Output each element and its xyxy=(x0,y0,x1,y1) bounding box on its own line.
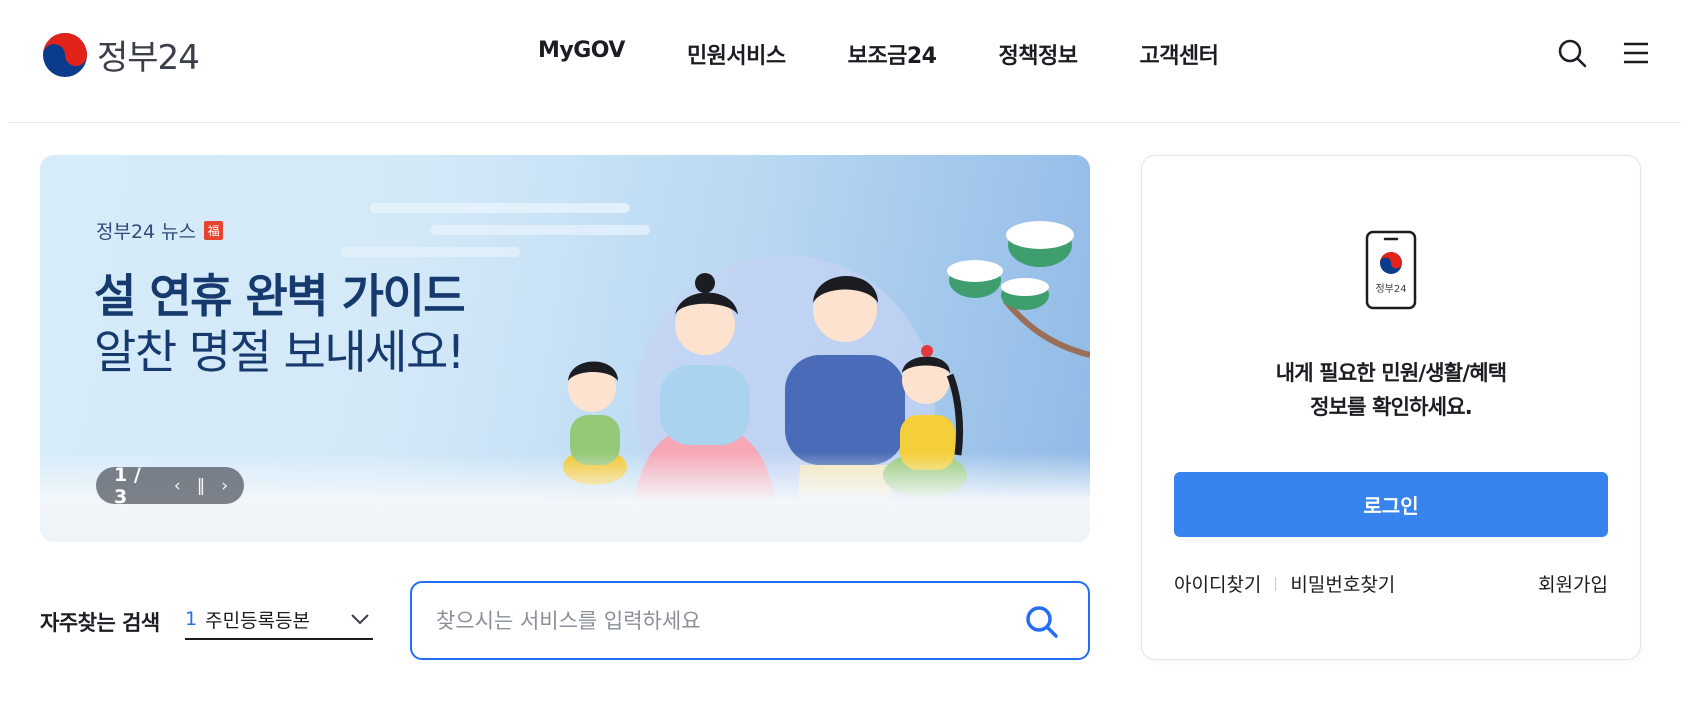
login-card: 정부24 내게 필요한 민원/생활/혜택 정보를 확인하세요. 로그인 아이디찾… xyxy=(1141,155,1641,660)
frequent-search-value: 주민등록등본 xyxy=(205,609,310,632)
link-divider xyxy=(1275,576,1277,591)
login-message-line1: 내게 필요한 민원/생활/혜택 xyxy=(1275,361,1507,385)
news-banner[interactable]: 정부24 뉴스 福 설 연휴 완벽 가이드 알찬 명절 보내세요! 1 / 3 … xyxy=(40,155,1090,542)
pause-icon[interactable]: ‖ xyxy=(197,476,206,496)
header-actions xyxy=(1557,38,1651,68)
main-nav: MyGOV 민원서비스 보조금24 정책정보 고객센터 xyxy=(538,38,1280,70)
signup-link[interactable]: 회원가입 xyxy=(1538,570,1608,597)
chevron-left-icon[interactable]: ‹ xyxy=(174,476,181,496)
phone-logo-text: 정부24 xyxy=(1375,283,1406,295)
account-links: 아이디찾기 비밀번호찾기 회원가입 xyxy=(1174,570,1608,597)
search-input[interactable] xyxy=(436,603,996,639)
nav-mygov[interactable]: MyGOV xyxy=(538,38,625,70)
find-password-link[interactable]: 비밀번호찾기 xyxy=(1290,570,1395,597)
banner-title-line2: 알찬 명절 보내세요! xyxy=(94,325,465,379)
login-button[interactable]: 로그인 xyxy=(1174,472,1608,537)
banner-pager: 1 / 3 ‹ ‖ › xyxy=(96,464,244,508)
banner-kicker-text: 정부24 뉴스 xyxy=(96,221,197,243)
banner-page-indicator: 1 / 3 xyxy=(114,463,141,508)
banner-kicker: 정부24 뉴스 福 xyxy=(96,217,224,244)
site-header: 정부24 MyGOV 민원서비스 보조금24 정책정보 고객센터 xyxy=(8,0,1681,123)
frequent-search-select[interactable]: 1 주민등록등본 xyxy=(185,600,373,640)
search-icon[interactable] xyxy=(1024,604,1060,640)
logo-text: 정부24 xyxy=(97,38,200,78)
frequent-search-rank: 1 xyxy=(185,608,198,630)
search-icon[interactable] xyxy=(1557,38,1587,68)
site-logo[interactable]: 정부24 xyxy=(41,30,200,79)
login-message-line2: 정보를 확인하세요. xyxy=(1310,395,1473,419)
service-search xyxy=(410,581,1090,660)
nav-policy-info[interactable]: 정책정보 xyxy=(998,38,1077,70)
chevron-right-icon[interactable]: › xyxy=(221,476,228,496)
menu-icon[interactable] xyxy=(1621,38,1651,68)
nav-subsidy24[interactable]: 보조금24 xyxy=(848,38,937,70)
banner-title-line1: 설 연휴 완벽 가이드 xyxy=(94,269,466,323)
taegeuk-logo-icon xyxy=(43,32,87,77)
mobile-phone-icon: 정부24 xyxy=(1365,230,1417,310)
chevron-down-icon xyxy=(351,614,369,625)
frequent-search-label: 자주찾는 검색 xyxy=(40,611,160,635)
find-id-link[interactable]: 아이디찾기 xyxy=(1174,570,1261,597)
banner-title: 설 연휴 완벽 가이드 알찬 명절 보내세요! xyxy=(94,268,466,380)
login-message: 내게 필요한 민원/생활/혜택 정보를 확인하세요. xyxy=(1142,356,1640,424)
nav-civil-service[interactable]: 민원서비스 xyxy=(687,38,786,70)
nav-customer-center[interactable]: 고객센터 xyxy=(1139,38,1218,70)
fortune-badge-icon: 福 xyxy=(204,221,224,240)
